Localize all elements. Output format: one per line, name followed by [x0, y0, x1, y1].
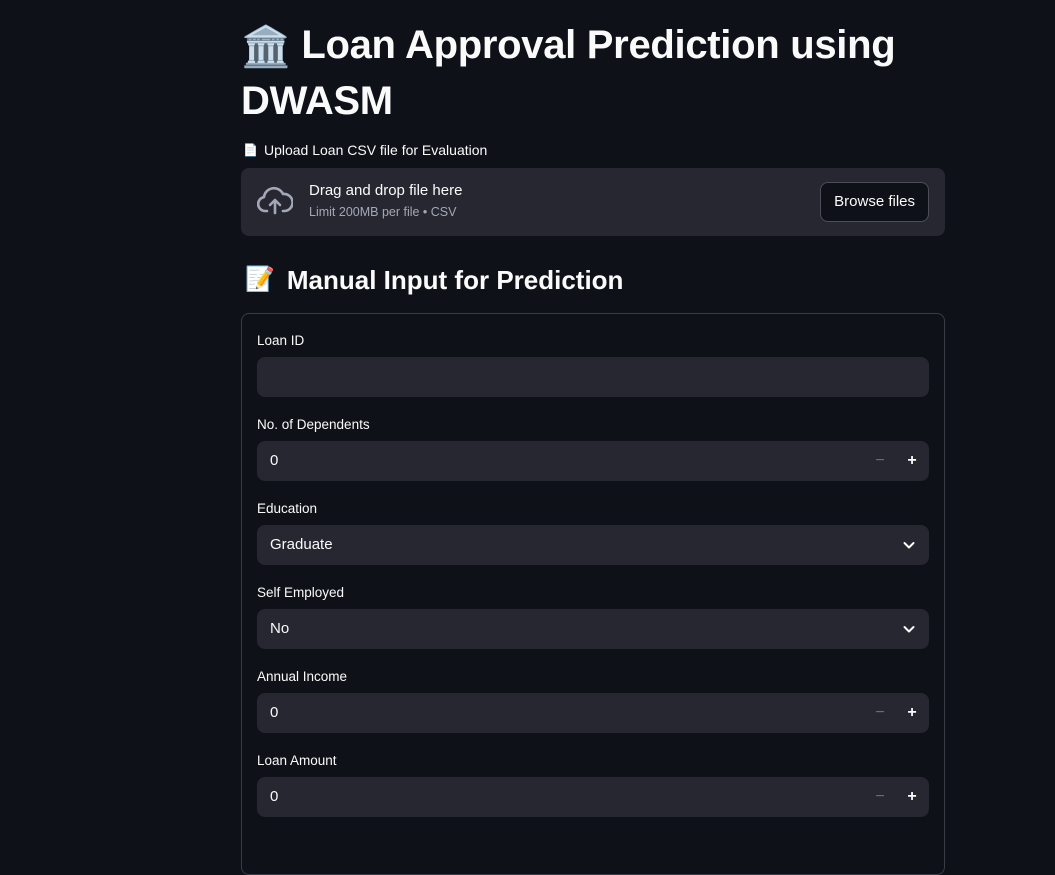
chevron-down-icon — [903, 542, 915, 549]
dependents-label: No. of Dependents — [257, 417, 370, 432]
loan-amount-decrement-button[interactable]: − — [864, 777, 896, 817]
upload-label: 📄 Upload Loan CSV file for Evaluation — [243, 141, 487, 159]
browse-files-button[interactable]: Browse files — [820, 182, 929, 222]
bank-icon: 🏛️ — [241, 25, 291, 70]
self-employed-select[interactable]: No — [257, 609, 929, 649]
annual-income-decrement-button[interactable]: − — [864, 693, 896, 733]
annual-income-value: 0 — [270, 704, 279, 721]
loan-amount-input[interactable]: 0 − + — [257, 777, 929, 817]
annual-income-increment-button[interactable]: + — [896, 693, 928, 733]
loan-id-label: Loan ID — [257, 333, 305, 348]
file-dropzone[interactable]: Drag and drop file here Limit 200MB per … — [241, 168, 945, 236]
dependents-increment-button[interactable]: + — [896, 441, 928, 481]
education-label: Education — [257, 501, 318, 516]
section-title: 📝 Manual Input for Prediction — [245, 262, 623, 298]
loan-amount-increment-button[interactable]: + — [896, 777, 928, 817]
dropzone-limit: Limit 200MB per file • CSV — [309, 205, 457, 219]
self-employed-value: No — [270, 620, 290, 637]
annual-income-label: Annual Income — [257, 669, 348, 684]
dependents-input[interactable]: 0 − + — [257, 441, 929, 481]
cloud-upload-icon — [257, 186, 293, 215]
page-title: 🏛️ Loan Approval Prediction using DWASM — [241, 18, 945, 128]
annual-income-input[interactable]: 0 − + — [257, 693, 929, 733]
chevron-down-icon — [903, 626, 915, 633]
manual-input-form: Loan ID No. of Dependents 0 − + Educatio… — [241, 313, 945, 875]
self-employed-label: Self Employed — [257, 585, 345, 600]
upload-label-text: Upload Loan CSV file for Evaluation — [263, 142, 488, 158]
loan-id-input[interactable] — [257, 357, 929, 397]
loan-amount-value: 0 — [270, 788, 279, 805]
section-title-text: Manual Input for Prediction — [286, 265, 624, 295]
memo-icon: 📝 — [245, 266, 275, 293]
page-title-text: Loan Approval Prediction using DWASM — [241, 23, 896, 124]
education-select[interactable]: Graduate — [257, 525, 929, 565]
dependents-decrement-button[interactable]: − — [864, 441, 896, 481]
document-icon: 📄 — [243, 143, 258, 157]
loan-amount-label: Loan Amount — [257, 753, 337, 768]
dependents-value: 0 — [270, 452, 279, 469]
education-value: Graduate — [270, 536, 333, 553]
dropzone-instructions: Drag and drop file here — [309, 182, 463, 199]
